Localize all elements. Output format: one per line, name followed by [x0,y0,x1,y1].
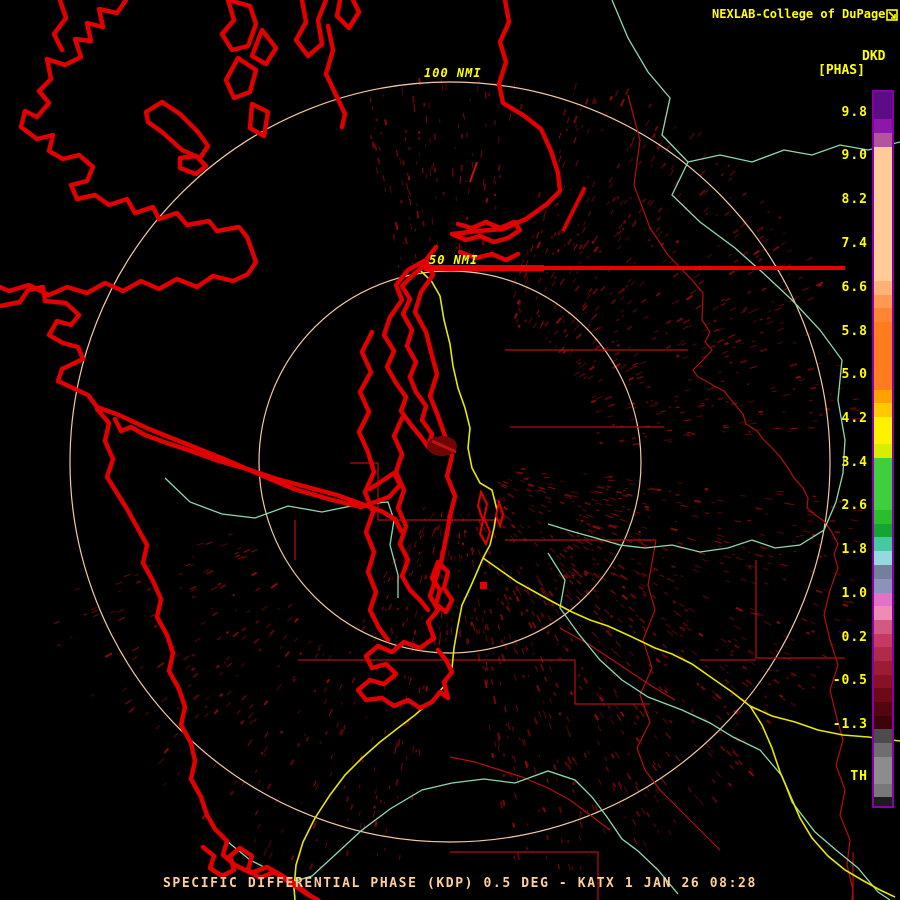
units-label: [PHAS] [818,63,865,78]
color-scale-segment [874,510,892,524]
color-scale-segment [874,675,892,688]
color-scale-segment [874,322,892,390]
color-scale-tick-label: 1.8 [841,542,868,557]
color-scale-segment [874,784,892,797]
color-scale-segment [874,308,892,322]
status-bar-text: SPECIFIC DIFFERENTIAL PHASE (KDP) 0.5 DE… [163,876,757,891]
river-lines [164,0,900,900]
color-scale-segment [874,661,892,675]
color-scale-segment [874,579,892,593]
color-scale-segment [874,565,892,579]
color-scale-segment [874,390,892,403]
color-scale-tick-label: 7.4 [841,236,868,251]
color-scale-tick-label: 9.0 [841,148,868,163]
color-scale-segment [874,403,892,417]
color-scale-tick-label: 5.8 [841,324,868,339]
color-scale-segment [874,634,892,647]
color-scale-segment [874,417,892,444]
range-ring-label-50nmi: 50 NMI [429,253,479,267]
color-scale-segment [874,92,892,119]
color-scale-tick-label: 2.6 [841,498,868,513]
color-scale-segment [874,524,892,537]
color-scale-segment [874,295,892,308]
color-scale-segment [874,133,892,147]
color-scale-segment [874,743,892,757]
color-scale-segment [874,281,892,295]
color-scale-segment [874,147,892,281]
color-scale-segment [874,716,892,729]
color-scale-tick-label: 5.0 [841,367,868,382]
coastline-lines [0,0,563,900]
color-scale-segment [874,537,892,551]
color-scale-segment [874,620,892,634]
color-scale-segment [874,593,892,606]
color-scale-segment [874,757,892,784]
color-scale-tick-label: 0.2 [841,630,868,645]
dupage-logo-icon [886,6,898,21]
color-scale-tick-label: 8.2 [841,192,868,207]
color-scale-tick-label: 9.8 [841,105,868,120]
radar-viewer-screen: NEXLAB-College of DuPage DKD [PHAS] 9.8 9… [0,0,900,900]
color-scale-tick-label: 3.4 [841,455,868,470]
range-ring-label-100nmi: 100 NMI [424,66,482,80]
color-scale-tick-label: 4.2 [841,411,868,426]
radar-return-speckle [53,76,863,872]
color-scale-tick-label: TH [850,769,868,784]
color-scale-segment [874,702,892,716]
color-scale-tick-label: 6.6 [841,280,868,295]
color-scale-segment [874,551,892,565]
color-scale-segment [874,444,892,458]
color-scale-segment [874,688,892,702]
color-scale-tick-label: -0.5 [832,673,868,688]
product-code-label: DKD [862,49,886,64]
radar-map [0,0,900,900]
color-scale-segment [874,647,892,661]
app-title: NEXLAB-College of DuPage [712,7,886,21]
color-scale-tick-label: -1.3 [832,717,868,732]
color-scale-segment [874,729,892,743]
color-scale-bar [872,90,894,808]
color-scale-segment [874,458,892,510]
color-scale-segment [874,606,892,620]
color-scale-segment [874,119,892,133]
color-scale-tick-label: 1.0 [841,586,868,601]
color-scale-segment [874,797,892,806]
